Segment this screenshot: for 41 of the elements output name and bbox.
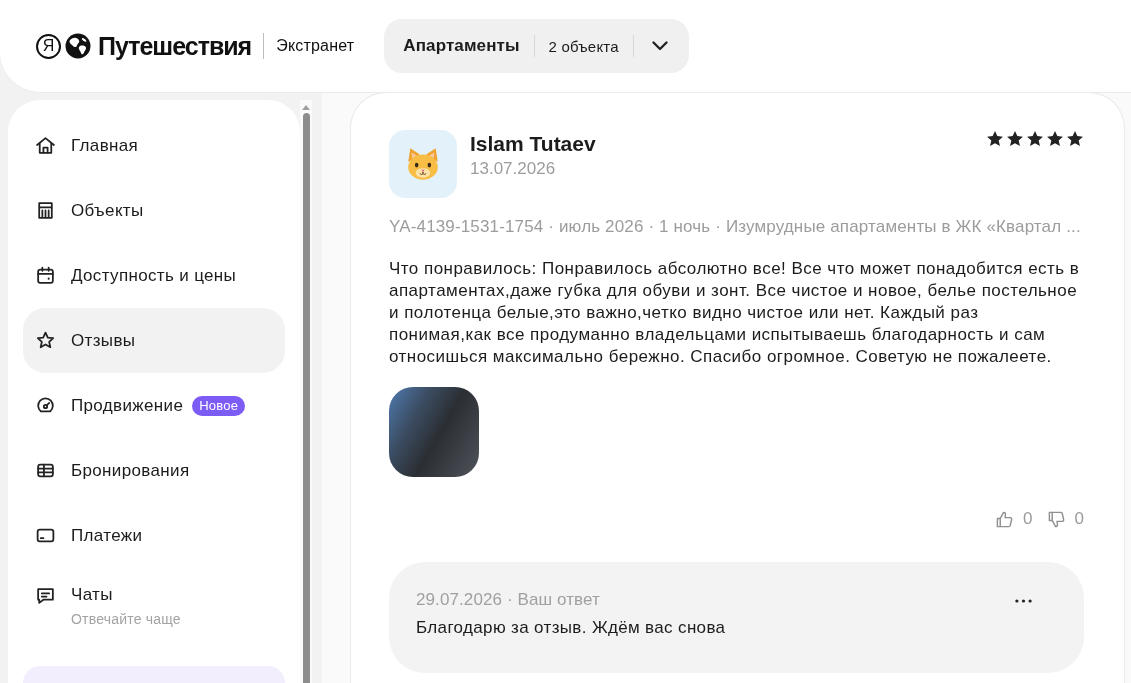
nav-item-hint: Отвечайте чаще	[71, 610, 181, 628]
nav-item[interactable]: Бронирования	[23, 438, 285, 503]
scroll-up-arrow-icon[interactable]	[302, 105, 310, 110]
star-icon	[1066, 130, 1084, 148]
calendar-icon	[35, 265, 56, 286]
review-date: 13.07.2026	[470, 158, 557, 180]
building-icon	[35, 200, 56, 221]
review-text: Что понравилось: Понравилось абсолютно все! Все что может понадобится есть в апартаментах,даже губка для обуви и зонт. Все чистое и новое, белье постельное и полотенца белые,это важно,четко видно чистое или нет. Каждый раз понимая,как все продуманно владельцами испытываешь благодарность и сам относишься максимально бережно. Спасибо огромное. Советую не пожалеете.	[389, 258, 1081, 368]
star-outline-icon	[35, 330, 56, 351]
photo-placeholder[interactable]	[389, 387, 479, 477]
reply-date: 29.07.2026 · Ваш ответ	[416, 589, 601, 611]
star-icon	[986, 130, 1004, 148]
more-icon[interactable]	[1015, 599, 1032, 603]
chat-icon	[35, 585, 56, 606]
nav-item[interactable]: Главная	[23, 113, 285, 178]
star-icon	[1006, 130, 1024, 148]
author-name: Islam Tutaev	[470, 131, 596, 157]
brand-name: Путешествия	[98, 31, 252, 61]
nav-item[interactable]: Доступность и цены	[23, 243, 285, 308]
nav-item[interactable]: Продвижение Новое	[23, 373, 285, 438]
home-icon	[35, 135, 56, 156]
star-icon	[1026, 130, 1044, 148]
thumbs-down-icon	[1046, 509, 1066, 529]
thumbs-up-icon	[995, 509, 1015, 529]
nav-item[interactable]: Платежи	[23, 503, 285, 568]
scrollbar[interactable]	[300, 100, 312, 683]
new-badge: Новое	[192, 395, 246, 416]
property-switcher[interactable]: Апартаменты 2 объекта	[384, 19, 689, 73]
logo-letter: Я	[36, 33, 61, 59]
globe-icon	[65, 33, 91, 59]
property-count: 2 объекта	[548, 37, 619, 55]
chevron-down-icon[interactable]	[651, 41, 668, 51]
scrollbar-thumb[interactable]	[302, 113, 310, 683]
nav-item[interactable]: Отзывы	[23, 308, 285, 373]
nav-item[interactable]: Объекты	[23, 178, 285, 243]
property-name: Апартаменты	[403, 36, 520, 56]
nav-item[interactable]: Чаты Отвечайте чаще	[23, 568, 285, 640]
star-icon	[1046, 130, 1064, 148]
reply-text: Благодарю за отзыв. Ждём вас снова	[416, 617, 727, 639]
section-name: Экстранет	[276, 37, 355, 55]
booking-details: YA-4139-1531-1754 · июль 2026 · 1 ночь · Изумрудные апартаменты в ЖК «Квартал ...	[389, 216, 1082, 238]
